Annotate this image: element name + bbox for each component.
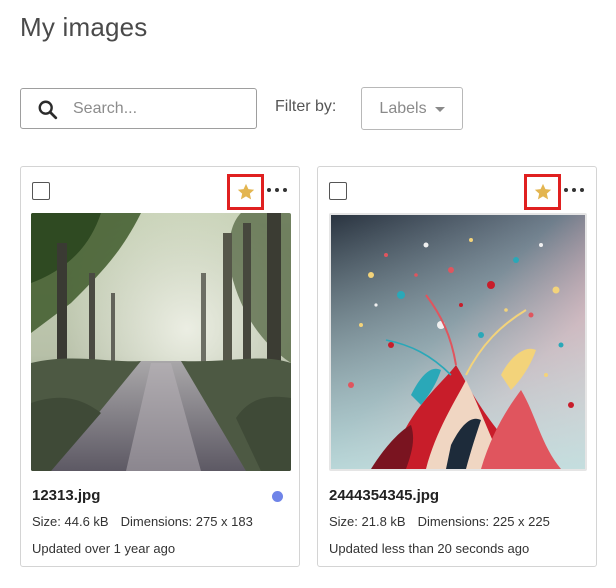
select-checkbox[interactable] xyxy=(329,182,347,200)
status-dot xyxy=(272,491,283,502)
more-dot xyxy=(564,188,568,192)
search-box[interactable] xyxy=(20,88,257,129)
more-dot xyxy=(572,188,576,192)
image-card[interactable]: 2444354345.jpg Size: 21.8 kB Dimensions: … xyxy=(317,166,597,567)
file-updated: Updated less than 20 seconds ago xyxy=(329,541,530,556)
more-dot xyxy=(580,188,584,192)
more-dot xyxy=(283,188,287,192)
favorite-star-button[interactable] xyxy=(227,174,264,210)
filter-label: Filter by: xyxy=(275,98,337,115)
file-meta: Size: 21.8 kB Dimensions: 225 x 225 xyxy=(329,514,550,529)
labels-filter-dropdown[interactable]: Labels xyxy=(361,87,463,130)
labels-dropdown-label: Labels xyxy=(379,99,427,117)
more-options-button[interactable] xyxy=(267,182,287,198)
search-icon xyxy=(38,100,58,120)
image-card[interactable]: 12313.jpg Size: 44.6 kB Dimensions: 275 x… xyxy=(20,166,300,567)
more-dot xyxy=(267,188,271,192)
file-dimensions: Dimensions: 275 x 183 xyxy=(120,514,253,529)
file-name[interactable]: 2444354345.jpg xyxy=(329,487,439,504)
select-checkbox[interactable] xyxy=(32,182,50,200)
image-thumbnail-forest-path[interactable] xyxy=(31,213,291,471)
file-dimensions: Dimensions: 225 x 225 xyxy=(417,514,550,529)
more-dot xyxy=(275,188,279,192)
star-icon xyxy=(534,183,551,200)
search-input[interactable] xyxy=(73,97,251,121)
page-title: My images xyxy=(20,12,148,42)
image-thumbnail-paint-splash[interactable] xyxy=(329,213,587,471)
more-options-button[interactable] xyxy=(564,182,584,198)
file-size: Size: 44.6 kB xyxy=(32,514,109,529)
file-name[interactable]: 12313.jpg xyxy=(32,487,100,504)
file-size: Size: 21.8 kB xyxy=(329,514,406,529)
star-icon xyxy=(237,183,254,200)
file-updated: Updated over 1 year ago xyxy=(32,541,176,556)
favorite-star-button[interactable] xyxy=(524,174,561,210)
caret-down-icon xyxy=(434,107,445,112)
file-meta: Size: 44.6 kB Dimensions: 275 x 183 xyxy=(32,514,253,529)
